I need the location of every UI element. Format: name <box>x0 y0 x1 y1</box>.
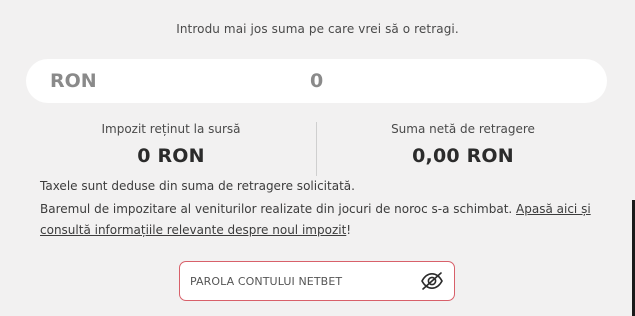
tax-withheld-block: Impozit reținut la sursă 0 RON <box>60 122 282 167</box>
amount-value[interactable]: 0 <box>310 70 323 92</box>
eye-slash-icon[interactable] <box>420 272 444 290</box>
tax-change-text: Baremul de impozitare al veniturilor rea… <box>40 202 517 216</box>
tax-deduction-note: Taxele sunt deduse din suma de retragere… <box>40 179 355 193</box>
summary-divider <box>316 122 317 176</box>
tax-withheld-label: Impozit reținut la sursă <box>101 122 241 136</box>
account-password-field[interactable]: PAROLA CONTULUI NETBET <box>179 261 455 301</box>
tax-change-note: Baremul de impozitare al veniturilor rea… <box>40 199 600 241</box>
net-amount-label: Suma netă de retragere <box>391 122 535 136</box>
tax-withheld-value: 0 RON <box>137 145 205 167</box>
withdraw-amount-input[interactable]: RON 0 <box>26 59 607 103</box>
password-placeholder: PAROLA CONTULUI NETBET <box>190 275 343 288</box>
net-amount-block: Suma netă de retragere 0,00 RON <box>352 122 574 167</box>
currency-label: RON <box>50 70 97 92</box>
net-amount-value: 0,00 RON <box>412 145 514 167</box>
withdraw-instruction: Introdu mai jos suma pe care vrei să o r… <box>176 22 459 36</box>
tax-change-suffix: ! <box>346 223 352 237</box>
